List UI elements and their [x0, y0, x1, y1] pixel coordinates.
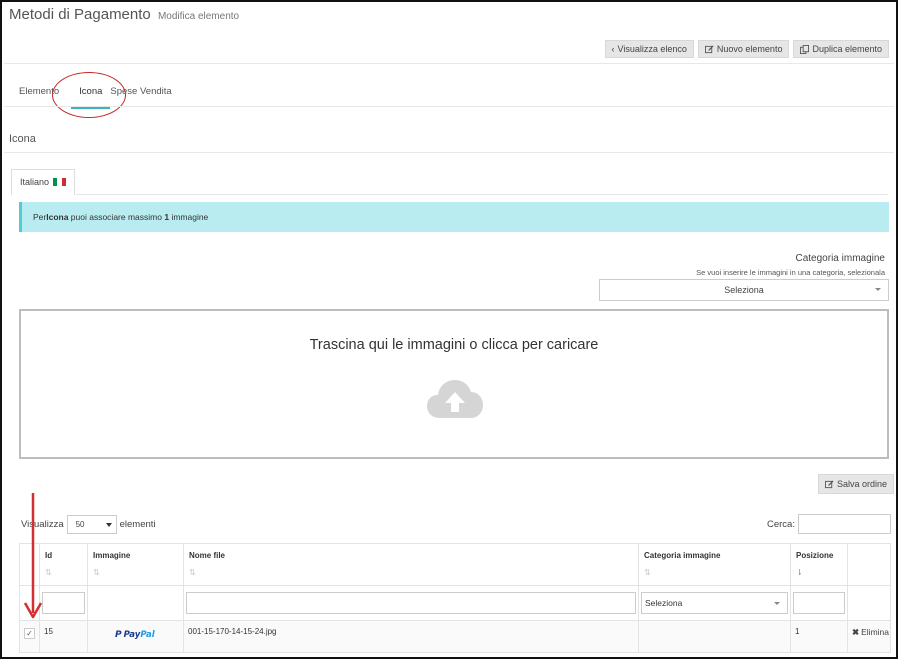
language-label: Italiano: [20, 177, 50, 187]
info-prefix: Per: [33, 212, 47, 222]
images-table: Id ⇅ Immagine ⇅ Nome file ⇅ Categoria immag…: [19, 543, 891, 653]
category-title: Categoria immagine: [795, 253, 886, 264]
paypal-mark-icon: P: [115, 630, 122, 640]
save-order-button[interactable]: Salva ordine: [818, 474, 895, 494]
sort-icon: ⇅: [93, 568, 100, 577]
chevron-down-icon: [875, 288, 881, 291]
paypal-logo-text-b: Pal: [140, 630, 155, 640]
duplicate-item-label: Duplica elemento: [812, 44, 882, 54]
language-tab-baseline: [11, 194, 888, 195]
toolbar: ‹ Visualizza elenco Nuovo elemento Dupli…: [604, 40, 889, 58]
column-header-image[interactable]: Immagine ⇅: [87, 543, 184, 586]
filter-row: Seleziona: [19, 585, 891, 621]
column-header-actions: [847, 543, 891, 586]
sort-icon: ⇅: [189, 568, 196, 577]
category-filter-value: Seleziona: [645, 598, 683, 608]
filename-filter-input[interactable]: [186, 592, 636, 614]
new-item-button[interactable]: Nuovo elemento: [697, 40, 790, 58]
check-icon: ✓: [26, 629, 33, 638]
image-cell: P PayPal: [87, 620, 184, 653]
copy-icon: [800, 44, 810, 54]
select-cell: ✓: [19, 620, 40, 653]
annotation-circle: [52, 72, 126, 118]
paypal-logo-text-a: Pay: [123, 630, 141, 640]
page-subtitle: Modifica elemento: [157, 11, 240, 22]
delete-label: Elimina: [861, 627, 889, 637]
id-filter-input[interactable]: [42, 592, 85, 614]
filter-cell: [847, 585, 891, 621]
search-input[interactable]: [797, 514, 891, 534]
italy-flag-icon: [53, 178, 67, 186]
chevron-down-icon: [105, 523, 112, 527]
position-cell: 1: [790, 620, 848, 653]
table-row: ✓ 15 P PayPal 001-15-170-14-15-24.jpg 1 …: [19, 620, 891, 653]
filename-cell: 001-15-170-14-15-24.jpg: [183, 620, 639, 653]
sort-asc-icon: ⇂: [796, 568, 803, 577]
category-select[interactable]: Seleziona: [599, 279, 889, 301]
filter-cell: [39, 585, 88, 621]
search-label: Cerca:: [767, 518, 795, 530]
filter-cell: [183, 585, 639, 621]
column-header-position[interactable]: Posizione ⇂: [790, 543, 848, 586]
close-icon: ✖: [852, 627, 860, 637]
divider: [4, 152, 894, 153]
filter-cell: [790, 585, 848, 621]
page-size-value: 50: [75, 520, 85, 529]
cloud-upload-icon: [427, 380, 483, 418]
edit-icon: [825, 479, 834, 488]
dropzone-text: Trascina qui le immagini o clicca per ca…: [309, 337, 599, 353]
page-title: Metodi di Pagamento Modifica elemento: [9, 6, 239, 23]
page-title-text: Metodi di Pagamento: [9, 6, 151, 23]
category-select-value: Seleziona: [724, 285, 764, 295]
actions-cell: ✖ Elimina: [847, 620, 891, 653]
column-header-label: Nome file: [189, 551, 226, 560]
sort-icon: ⇅: [644, 568, 651, 577]
language-tab-italiano[interactable]: Italiano: [11, 169, 76, 195]
info-middle: puoi associare massimo: [68, 212, 165, 222]
divider: [4, 106, 894, 107]
section-title: Icona: [9, 133, 36, 145]
app-frame: Metodi di Pagamento Modifica elemento ‹ …: [0, 0, 898, 659]
edit-icon: [704, 44, 714, 53]
save-order-label: Salva ordine: [837, 479, 888, 489]
sort-icon: ⇅: [45, 568, 52, 577]
column-header-label: Categoria immagine: [644, 551, 721, 560]
elements-label: elementi: [119, 519, 156, 530]
filter-cell: [87, 585, 184, 621]
column-header-category[interactable]: Categoria immagine ⇅: [638, 543, 791, 586]
page-size-select[interactable]: 50: [66, 515, 117, 534]
category-cell: [638, 620, 791, 653]
info-suffix: immagine: [169, 212, 209, 222]
paypal-logo[interactable]: P PayPal: [115, 630, 179, 640]
column-header-label: Immagine: [93, 551, 131, 560]
divider: [4, 63, 894, 64]
delete-button[interactable]: ✖ Elimina: [852, 627, 889, 638]
category-hint: Se vuoi inserire le immagini in una cate…: [696, 268, 885, 277]
filter-cell: Seleziona: [638, 585, 791, 621]
info-field: Icona: [46, 212, 69, 222]
category-filter-select[interactable]: Seleziona: [641, 592, 788, 614]
column-header-label: Id: [45, 551, 53, 560]
position-filter-input[interactable]: [793, 592, 845, 614]
column-header-filename[interactable]: Nome file ⇅: [183, 543, 639, 586]
row-checkbox[interactable]: ✓: [24, 628, 35, 639]
chevron-down-icon: [774, 602, 780, 605]
view-list-button[interactable]: ‹ Visualizza elenco: [604, 40, 694, 58]
column-header-label: Posizione: [796, 551, 834, 560]
duplicate-item-button[interactable]: Duplica elemento: [793, 40, 889, 58]
id-cell: 15: [39, 620, 88, 653]
column-header-id[interactable]: Id ⇅: [39, 543, 88, 586]
info-alert: Per Icona puoi associare massimo 1 immag…: [19, 202, 889, 232]
table-search: Cerca:: [767, 514, 891, 534]
annotation-arrow: [23, 493, 43, 619]
view-list-label: Visualizza elenco: [617, 44, 687, 54]
new-item-label: Nuovo elemento: [716, 44, 783, 54]
chevron-left-icon: ‹: [611, 44, 615, 54]
